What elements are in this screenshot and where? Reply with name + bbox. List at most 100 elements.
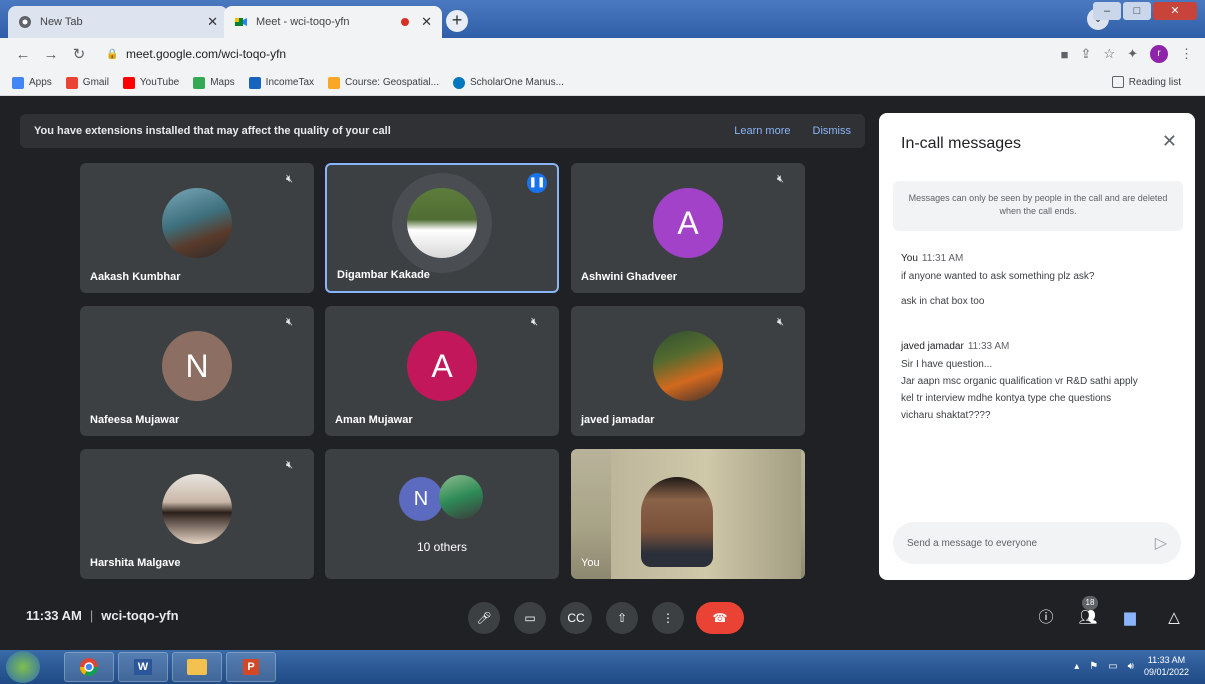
participant-name: You (581, 557, 600, 569)
self-video-tile[interactable]: You (571, 449, 805, 579)
meeting-details: 11:33 AM | wci-toqo-yfn (26, 608, 179, 623)
tab-close-icon[interactable]: ✕ (207, 14, 218, 30)
participant-name: Harshita Malgave (90, 557, 181, 569)
reading-list-button[interactable]: Reading list (1111, 76, 1181, 88)
send-icon[interactable]: ▷ (1155, 533, 1167, 553)
bookmark-youtube[interactable]: YouTube (122, 76, 179, 89)
tab-meet[interactable]: Meet - wci-toqo-yfn ✕ (224, 6, 442, 38)
chat-input-placeholder: Send a message to everyone (907, 537, 1038, 549)
camera-button[interactable]: ▭ (514, 602, 546, 634)
participant-initial-avatar: A (407, 331, 477, 401)
lock-icon: 🔒 (106, 49, 119, 60)
maps-icon (193, 76, 206, 89)
network-icon[interactable]: ▭ (1108, 661, 1117, 672)
people-button[interactable]: 18 👥︎ (1074, 596, 1102, 632)
participant-tile-active-speaker[interactable]: ❚❚ Digambar Kakade (325, 163, 559, 293)
present-screen-button[interactable]: ⇧ (606, 602, 638, 634)
message-text: ask in chat box too (901, 296, 985, 307)
window-controls: – □ ✕ (1093, 2, 1197, 20)
participant-photo (407, 188, 477, 258)
participant-name: Ashwini Ghadveer (581, 271, 677, 283)
windows-taskbar: W P ▴ ⚑ ▭ 🔊︎ 11:33 AM 09/01/2022 (0, 650, 1205, 684)
participant-tile[interactable]: 🔇︎ javed jamadar (571, 306, 805, 436)
participant-tile[interactable]: 🔇︎ A Ashwini Ghadveer (571, 163, 805, 293)
address-bar[interactable]: 🔒 meet.google.com/wci-toqo-yfn (96, 42, 1061, 66)
window-close-icon[interactable]: ✕ (1153, 2, 1197, 20)
camera-icon[interactable]: ■ (1061, 47, 1069, 62)
bookmark-incometax[interactable]: IncomeTax (248, 76, 314, 89)
back-icon[interactable]: ← (12, 46, 34, 63)
youtube-icon (122, 76, 135, 89)
taskbar-word-icon[interactable]: W (118, 652, 168, 682)
profile-avatar[interactable]: r (1150, 45, 1168, 63)
reload-icon[interactable]: ↻ (68, 45, 90, 63)
bookmark-gmail[interactable]: Gmail (65, 76, 109, 89)
taskbar-chrome-icon[interactable] (64, 652, 114, 682)
new-tab-button[interactable]: + (446, 10, 468, 32)
browser-tabstrip: New Tab ✕ Meet - wci-toqo-yfn ✕ + ⌄ – □ … (0, 0, 1205, 38)
dismiss-button[interactable]: Dismiss (813, 125, 852, 137)
chat-button[interactable]: ▆ (1116, 604, 1144, 632)
taskbar-powerpoint-icon[interactable]: P (226, 652, 276, 682)
mic-off-icon: 🔇︎ (286, 459, 293, 471)
chat-message-input[interactable]: Send a message to everyone ▷ (893, 522, 1181, 564)
participant-photo (653, 331, 723, 401)
activities-button[interactable]: △ (1160, 604, 1188, 632)
message-text: if anyone wanted to ask something plz as… (901, 271, 1095, 282)
message-text: kel tr interview mdhe kontya type che qu… (901, 393, 1112, 404)
others-tile[interactable]: N 10 others (325, 449, 559, 579)
share-icon[interactable]: ⇪ (1081, 46, 1092, 62)
taskbar-date: 09/01/2022 (1143, 667, 1189, 677)
participant-photo (162, 474, 232, 544)
participant-tile[interactable]: 🔇︎ Aakash Kumbhar (80, 163, 314, 293)
taskbar-clock[interactable]: 11:33 AM 09/01/2022 (1144, 654, 1189, 678)
extensions-icon[interactable]: ✦ (1127, 46, 1138, 62)
gmail-icon (65, 76, 78, 89)
others-initial-avatar: N (399, 477, 443, 521)
participant-initial-avatar: A (653, 188, 723, 258)
captions-button[interactable]: CC (560, 602, 592, 634)
tab-close-icon[interactable]: ✕ (421, 14, 432, 30)
mic-off-icon: 🔇︎ (286, 173, 293, 185)
more-options-button[interactable]: ⋮ (652, 602, 684, 634)
chat-message-group: javed jamadar 11:33 AM Sir I have questio… (901, 341, 1181, 424)
minimize-icon[interactable]: – (1093, 2, 1121, 20)
volume-icon[interactable]: 🔊︎ (1128, 661, 1134, 672)
meeting-code: wci-toqo-yfn (101, 608, 179, 623)
close-icon[interactable]: ✕ (1162, 131, 1177, 152)
recording-indicator-icon (401, 18, 410, 26)
menu-icon[interactable]: ⋮ (1180, 46, 1193, 62)
microphone-button[interactable]: 🎤︎ (468, 602, 500, 634)
action-center-flag-icon[interactable]: ⚑ (1089, 661, 1098, 672)
participant-name: Digambar Kakade (337, 269, 430, 281)
participant-tile[interactable]: 🔇︎ N Nafeesa Mujawar (80, 306, 314, 436)
scholarone-icon (452, 76, 465, 89)
bookmark-maps[interactable]: Maps (193, 76, 235, 89)
system-tray: ▴ ⚑ ▭ 🔊︎ 11:33 AM 09/01/2022 (1074, 654, 1189, 678)
maximize-icon[interactable]: □ (1123, 2, 1151, 20)
taskbar-explorer-icon[interactable] (172, 652, 222, 682)
participant-tile[interactable]: 🔇︎ Harshita Malgave (80, 449, 314, 579)
bookmark-scholarone[interactable]: ScholarOne Manus... (452, 76, 564, 89)
chrome-icon (18, 15, 32, 29)
start-button-icon[interactable] (6, 651, 40, 683)
bookmark-star-icon[interactable]: ☆ (1103, 46, 1115, 62)
participant-initial-avatar: N (162, 331, 232, 401)
meeting-info-icon[interactable]: ⓘ (1032, 604, 1060, 632)
meet-stage: You have extensions installed that may a… (0, 96, 1205, 650)
tab-new-tab[interactable]: New Tab ✕ (8, 6, 228, 38)
banner-text: You have extensions installed that may a… (34, 125, 391, 137)
self-video-person (641, 477, 713, 567)
show-hidden-icons[interactable]: ▴ (1074, 661, 1079, 672)
bookmarks-bar: Apps Gmail YouTube Maps IncomeTax Course… (0, 70, 1205, 96)
in-call-messages-panel: In-call messages ✕ Messages can only be … (879, 113, 1195, 580)
leave-call-button[interactable]: ☎︎ (696, 602, 744, 634)
learn-more-link[interactable]: Learn more (734, 125, 790, 137)
message-text: Sir I have question... (901, 359, 993, 370)
participant-name: Aakash Kumbhar (90, 271, 181, 283)
bookmark-course[interactable]: Course: Geospatial... (328, 76, 439, 89)
people-count-badge: 18 (1082, 596, 1098, 610)
bookmark-apps[interactable]: Apps (12, 76, 52, 89)
forward-icon[interactable]: → (40, 46, 62, 63)
participant-tile[interactable]: 🔇︎ A Aman Mujawar (325, 306, 559, 436)
